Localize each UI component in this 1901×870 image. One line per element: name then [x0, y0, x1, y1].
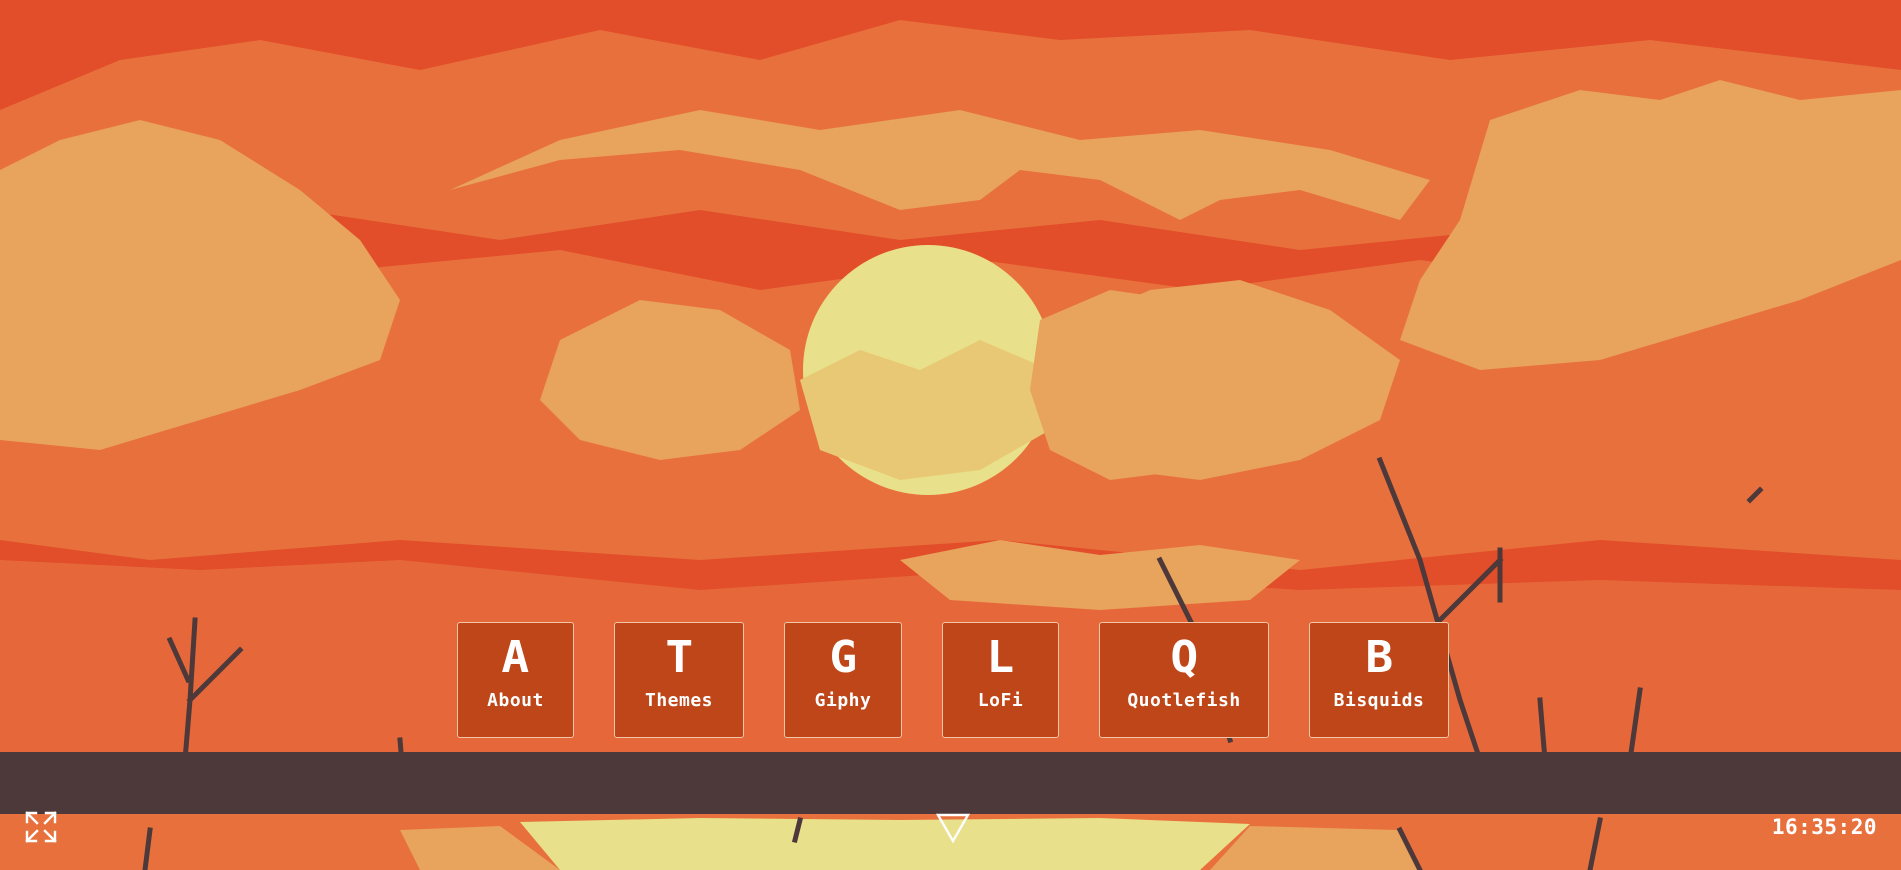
app-tile-label: Bisquids [1333, 690, 1425, 711]
expand-icon[interactable] [24, 810, 58, 844]
app-tile-themes[interactable]: T Themes [614, 622, 744, 738]
app-tile-lofi[interactable]: L LoFi [942, 622, 1059, 738]
clock: 16:35:20 [1771, 815, 1877, 839]
app-tile-letter: Q [1170, 632, 1198, 683]
chevron-down-icon[interactable] [935, 812, 971, 844]
app-dock: A About T Themes G Giphy L LoFi Q Quotle… [0, 622, 1901, 740]
app-tile-label: Quotlefish [1127, 690, 1241, 711]
app-tile-label: About [487, 690, 544, 711]
app-tile-letter: B [1365, 632, 1393, 683]
app-tile-about[interactable]: A About [457, 622, 574, 738]
app-tile-giphy[interactable]: G Giphy [784, 622, 902, 738]
app-tile-letter: G [829, 632, 857, 683]
app-tile-label: LoFi [977, 690, 1024, 711]
app-tile-letter: L [986, 632, 1015, 683]
app-tile-letter: T [665, 632, 693, 683]
app-tile-letter: A [501, 632, 530, 683]
app-tile-label: Themes [644, 690, 714, 711]
app-tile-label: Giphy [814, 690, 872, 711]
app-tile-bisquids[interactable]: B Bisquids [1309, 622, 1449, 738]
app-tile-quotlefish[interactable]: Q Quotlefish [1099, 622, 1269, 738]
